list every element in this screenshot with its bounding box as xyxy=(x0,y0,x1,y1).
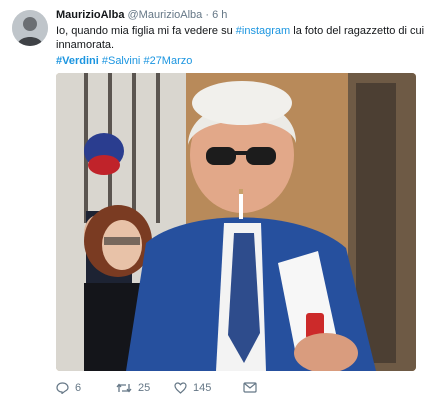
reply-count: 6 xyxy=(75,382,82,394)
tweet-text-part: innamorata. xyxy=(56,39,115,51)
retweet-count: 25 xyxy=(138,382,151,394)
tweet-time[interactable]: 6 h xyxy=(212,9,227,21)
retweet-icon xyxy=(116,383,132,393)
reply-icon xyxy=(56,382,69,394)
like-count: 145 xyxy=(193,382,212,394)
like-action[interactable]: 145 xyxy=(174,382,211,394)
photo-image xyxy=(56,73,416,371)
reply-action[interactable]: 6 xyxy=(56,382,81,394)
tweet-card: MaurizioAlba @MaurizioAlba · 6 h Io, qua… xyxy=(0,0,425,400)
tweet-text-line-2: innamorata. xyxy=(56,38,114,52)
separator-dot: · xyxy=(205,9,209,21)
tweet-actions: 6 25 145 xyxy=(56,382,356,396)
tweet-photo[interactable] xyxy=(56,73,416,371)
tweet-text-part: Io, quando mia figlia mi fa vedere su xyxy=(56,25,236,37)
hashtag-verdini[interactable]: #Verdini xyxy=(56,55,99,67)
hashtag-list: #Verdini #Salvini #27Marzo xyxy=(56,55,192,67)
instagram-hashtag-link[interactable]: #instagram xyxy=(236,25,290,37)
avatar[interactable] xyxy=(12,10,48,46)
avatar-image xyxy=(12,10,48,46)
tweet-text-line-1: Io, quando mia figlia mi fa vedere su #i… xyxy=(56,24,425,38)
heart-icon xyxy=(174,382,187,394)
display-name[interactable]: MaurizioAlba xyxy=(56,9,124,21)
hashtag-27marzo[interactable]: #27Marzo xyxy=(143,55,192,67)
tweet-header: MaurizioAlba @MaurizioAlba · 6 h xyxy=(56,9,227,21)
user-handle[interactable]: @MaurizioAlba xyxy=(128,9,203,21)
tweet-text-part: la foto del ragazzetto di cui si è xyxy=(293,25,425,37)
envelope-icon xyxy=(243,382,257,393)
direct-message-action[interactable] xyxy=(243,382,257,393)
retweet-action[interactable]: 25 xyxy=(116,382,150,394)
hashtag-salvini[interactable]: #Salvini xyxy=(102,55,141,67)
